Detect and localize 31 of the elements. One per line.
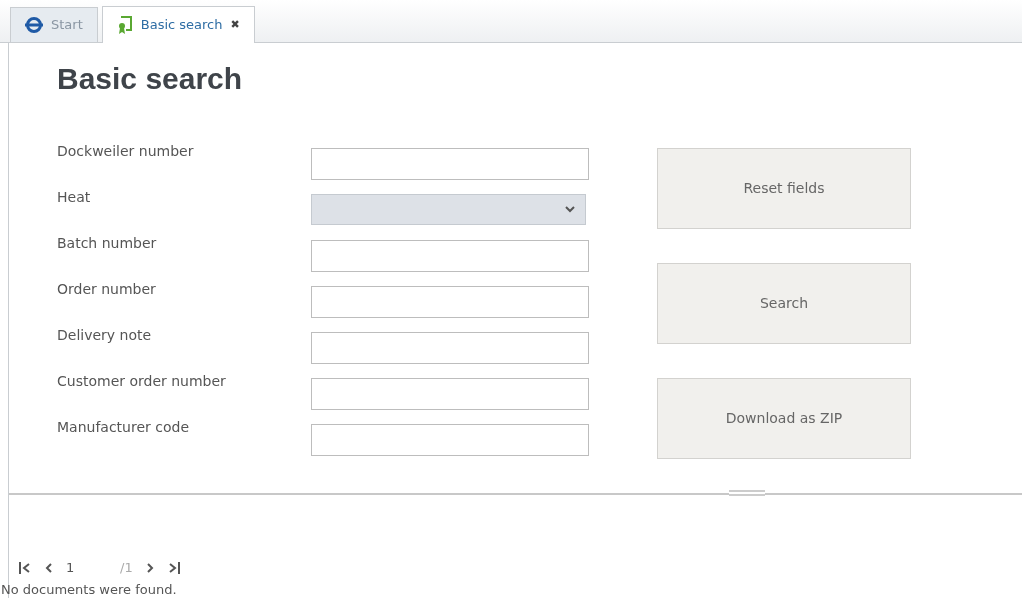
last-page-icon[interactable]: [167, 561, 180, 574]
field-label: Dockweiler number: [57, 142, 195, 161]
tab[interactable]: Basic search ✖: [101, 6, 255, 43]
input-field[interactable]: [311, 240, 589, 272]
input-field[interactable]: [311, 424, 589, 456]
action-button[interactable]: Download as ZIP: [657, 378, 911, 459]
action-button[interactable]: Reset fields: [657, 148, 911, 229]
input-field[interactable]: [311, 286, 589, 318]
input-field[interactable]: [311, 378, 589, 410]
field-label: Batch number: [57, 234, 158, 253]
field-label: Delivery note: [57, 326, 153, 345]
page-total: /1: [120, 559, 133, 577]
previous-page-icon[interactable]: [45, 561, 52, 574]
field-label: Manufacturer code: [57, 418, 190, 437]
first-page-icon[interactable]: [19, 561, 31, 574]
resize-handle[interactable]: [729, 490, 765, 496]
page-number-field[interactable]: 1: [66, 558, 106, 578]
action-button[interactable]: Search: [657, 263, 911, 344]
field-label: Order number: [57, 280, 157, 299]
field-label: Heat: [57, 188, 92, 207]
close-button[interactable]: ✖: [230, 16, 240, 34]
input-field[interactable]: [311, 332, 589, 364]
document-icon: [116, 15, 133, 35]
dropdown[interactable]: [311, 194, 586, 225]
next-page-icon[interactable]: [146, 561, 154, 574]
globe-icon: [25, 17, 43, 33]
input-field[interactable]: [311, 148, 589, 180]
chevron-down-icon: [565, 206, 575, 213]
page-title: Basic search: [56, 61, 244, 97]
status-message: No documents were found.: [1, 580, 178, 598]
field-label: Customer order number: [57, 372, 227, 391]
